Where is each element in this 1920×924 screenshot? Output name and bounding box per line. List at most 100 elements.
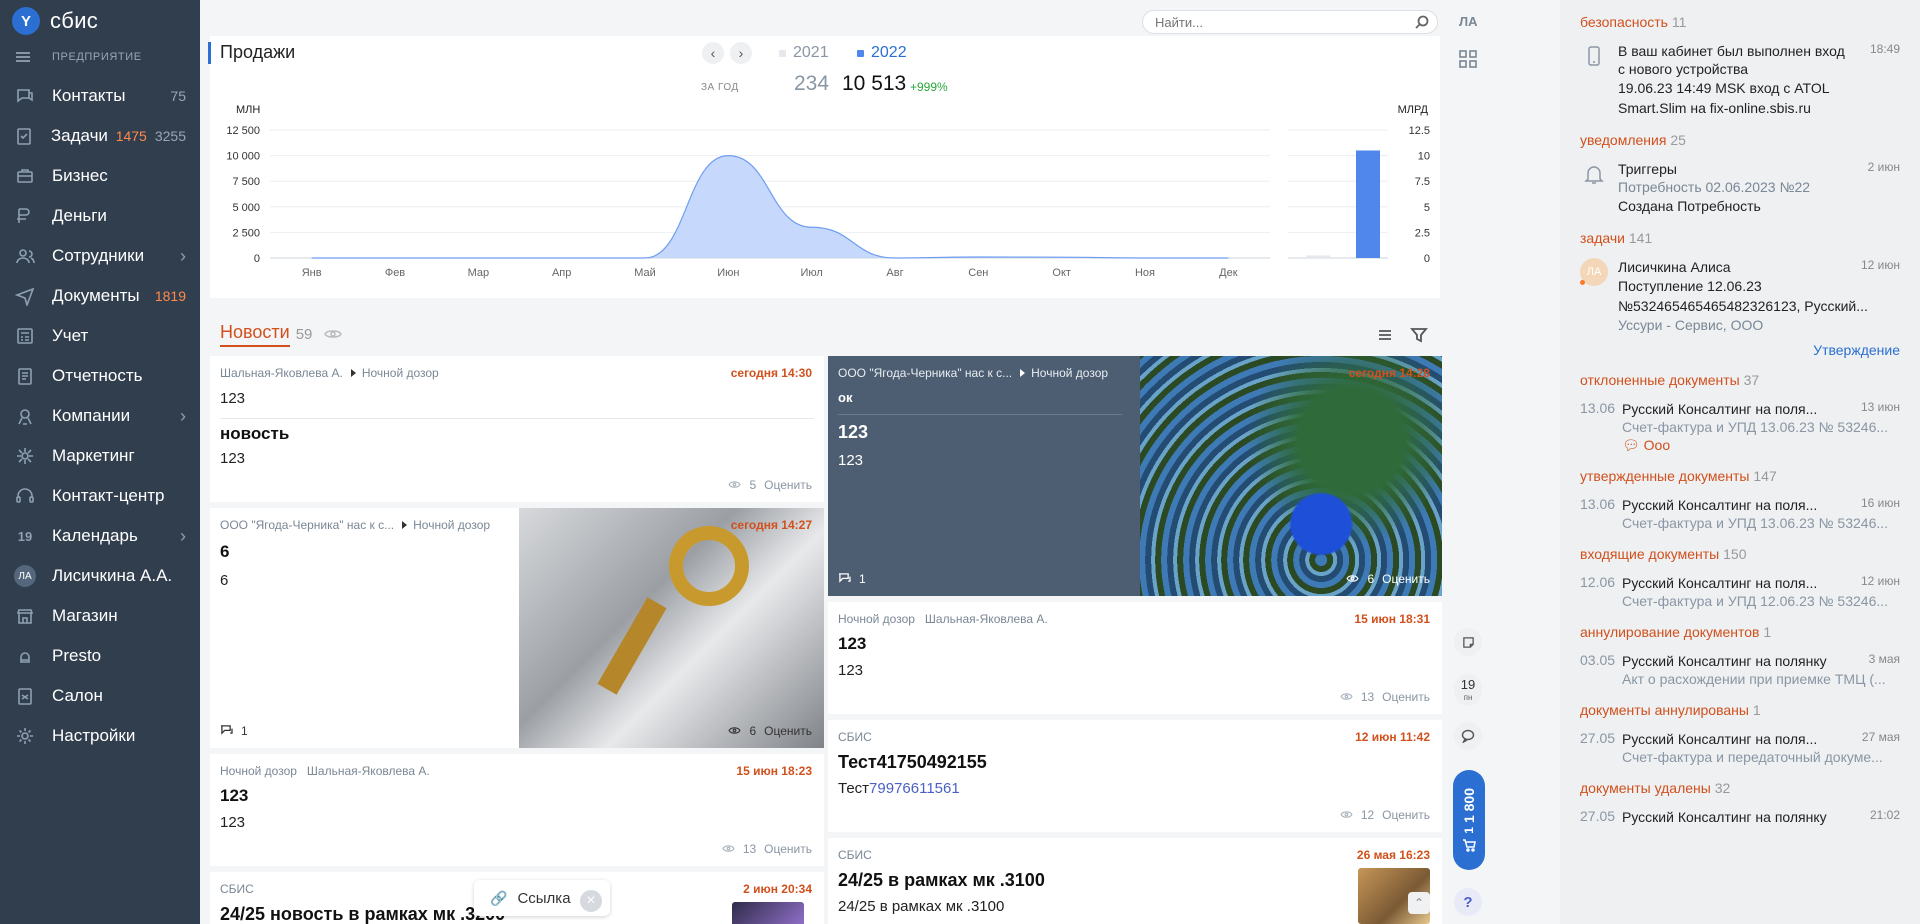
arrow-right-icon — [350, 369, 356, 377]
news-title: 24/25 новость в рамках мк .3200 — [220, 904, 506, 924]
document-item[interactable]: 27.05 27 мая Русский Консалтинг на поля.… — [1580, 730, 1900, 766]
news-author[interactable]: СБИС — [838, 730, 872, 744]
section-security[interactable]: безопасность 11 — [1580, 14, 1900, 30]
scroll-top-icon[interactable]: ⌃ — [1408, 892, 1430, 914]
section-incoming-docs[interactable]: входящие документы 150 — [1580, 546, 1900, 562]
user-initials-button[interactable]: ЛА — [1459, 14, 1478, 29]
sidebar-item-tasks[interactable]: Задачи 1475 3255 — [0, 116, 200, 156]
news-channel[interactable]: Ночной дозор — [362, 366, 439, 380]
document-item[interactable]: 12.06 12 июн Русский Консалтинг на поля.… — [1580, 574, 1900, 610]
event-item[interactable]: 2 июн Триггеры Потребность 02.06.2023 №2… — [1580, 160, 1900, 216]
sidebar-item-contact-center[interactable]: Контакт-центр — [0, 476, 200, 516]
sidebar-item-presto[interactable]: Presto — [0, 636, 200, 676]
news-card[interactable]: ООО "Ягода-Черника" нас к с... Ночной доз… — [828, 356, 1442, 596]
sidebar-item-salon[interactable]: Салон — [0, 676, 200, 716]
news-author[interactable]: Шальная-Яковлева А. — [220, 366, 343, 380]
news-author[interactable]: ООО "Ягода-Черника" нас к с... — [838, 366, 1012, 380]
filter-icon[interactable] — [1410, 326, 1428, 347]
news-channel[interactable]: Ночной дозор — [1031, 366, 1108, 380]
news-author[interactable]: СБИС — [838, 848, 872, 862]
news-author[interactable]: Ночной дозор — [838, 612, 915, 626]
eye-icon[interactable] — [324, 327, 343, 343]
list-view-icon[interactable] — [1376, 326, 1394, 347]
bar-2021 — [1306, 255, 1330, 258]
section-approved-docs[interactable]: утвержденные документы 147 — [1580, 468, 1900, 484]
document-item[interactable]: 27.05 21:02 Русский Консалтинг на полянк… — [1580, 808, 1900, 826]
news-card[interactable]: ООО "Ягода-Черника" нас к с... Ночной доз… — [210, 508, 824, 748]
news-card[interactable]: СБИС 12 июн 11:42 Тест41750492155 Тест79… — [828, 720, 1442, 832]
rate-link[interactable]: Оценить — [764, 842, 812, 856]
unread-dot — [1580, 280, 1585, 285]
document-item[interactable]: 03.05 3 мая Русский Консалтинг на полянк… — [1580, 652, 1900, 688]
sidebar-item-accounting[interactable]: Учет — [0, 316, 200, 356]
approve-link[interactable]: Утверждение — [1580, 342, 1900, 358]
doc-date: 13.06 — [1580, 496, 1616, 512]
rate-link[interactable]: Оценить — [1382, 808, 1430, 822]
org-selector[interactable]: ПРЕДПРИЯТИЕ — [0, 42, 200, 72]
chevron-right-icon[interactable]: › — [180, 526, 186, 547]
news-channel[interactable]: Шальная-Яковлева А. — [307, 764, 430, 778]
news-date: сегодня 14:30 — [730, 366, 812, 380]
logo[interactable]: Y сбис — [0, 0, 200, 42]
section-notifications[interactable]: уведомления 25 — [1580, 132, 1900, 148]
search-box[interactable] — [1142, 10, 1438, 34]
cart-amount: 1 800 — [1461, 788, 1477, 824]
comments[interactable]: 1 — [838, 572, 866, 586]
sidebar-item-companies[interactable]: Компании › — [0, 396, 200, 436]
news-card[interactable]: СБИС 26 мая 16:23 24/25 в рамках мк .310… — [828, 838, 1442, 924]
doc-comment[interactable]: 💬︎ Ооо — [1622, 436, 1900, 454]
rate-link[interactable]: Оценить — [764, 478, 812, 492]
search-icon[interactable] — [1415, 15, 1429, 29]
chevron-right-icon[interactable]: › — [180, 246, 186, 267]
section-tasks[interactable]: задачи 141 — [1580, 230, 1900, 246]
search-input[interactable] — [1155, 14, 1405, 30]
chevron-right-icon[interactable]: › — [180, 406, 186, 427]
sidebar-item-marketing[interactable]: Маркетинг — [0, 436, 200, 476]
phone-link[interactable]: 79976611561 — [869, 780, 960, 797]
comments[interactable]: 1 — [220, 724, 248, 738]
sidebar-item-reporting[interactable]: Отчетность — [0, 356, 200, 396]
news-author[interactable]: ООО "Ягода-Черника" нас к с... — [220, 518, 394, 532]
news-title[interactable]: Новости — [220, 322, 290, 347]
x-tick-label: Авг — [886, 267, 903, 279]
sidebar-item-profile[interactable]: ЛА Лисичкина А.А. — [0, 556, 200, 596]
y-tick-label-right: 7.5 — [1415, 176, 1430, 188]
news-card[interactable]: Ночной дозор Шальная-Яковлева А. 15 июн 1… — [210, 754, 824, 866]
news-channel[interactable]: Ночной дозор — [413, 518, 490, 532]
sidebar-item-business[interactable]: Бизнес — [0, 156, 200, 196]
sidebar-item-count: 1819 — [154, 288, 186, 304]
close-icon[interactable]: × — [578, 888, 604, 914]
note-icon[interactable] — [1454, 628, 1482, 656]
news-author[interactable]: Ночной дозор — [220, 764, 297, 778]
calendar-date-button[interactable]: 19 пн — [1454, 674, 1482, 706]
sidebar-item-calendar[interactable]: 19 Календарь › — [0, 516, 200, 556]
chat-bubble-icon[interactable] — [1454, 722, 1482, 750]
rate-link[interactable]: Оценить — [1382, 572, 1430, 586]
sidebar-item-settings[interactable]: Настройки — [0, 716, 200, 756]
news-author[interactable]: СБИС — [220, 882, 254, 896]
sidebar-item-shop[interactable]: Магазин — [0, 596, 200, 636]
document-item[interactable]: 13.06 16 июн Русский Консалтинг на поля.… — [1580, 496, 1900, 532]
sidebar-item-employees[interactable]: Сотрудники › — [0, 236, 200, 276]
doc-time: 13 июн — [1860, 400, 1900, 414]
document-item[interactable]: 13.06 13 июн Русский Консалтинг на поля.… — [1580, 400, 1900, 454]
section-annulment-docs[interactable]: аннулирование документов 1 — [1580, 624, 1900, 640]
sidebar-item-contacts[interactable]: Контакты 75 — [0, 76, 200, 116]
help-button[interactable]: ? — [1454, 888, 1482, 916]
cart-button[interactable]: 1 800 1 — [1453, 770, 1485, 870]
news-channel[interactable]: Шальная-Яковлева А. — [925, 612, 1048, 626]
rate-link[interactable]: Оценить — [764, 724, 812, 738]
event-item[interactable]: 18:49 В ваш кабинет был выполнен вход с … — [1580, 42, 1900, 118]
news-card[interactable]: Ночной дозор Шальная-Яковлева А. 15 июн 1… — [828, 602, 1442, 714]
news-count: 59 — [295, 326, 313, 343]
section-deleted-docs[interactable]: документы удалены 32 — [1580, 780, 1900, 796]
section-annulled-docs[interactable]: документы аннулированы 1 — [1580, 702, 1900, 718]
rate-link[interactable]: Оценить — [1382, 690, 1430, 704]
sidebar-item-documents[interactable]: Документы 1819 — [0, 276, 200, 316]
apps-grid-icon[interactable] — [1459, 50, 1477, 68]
news-card[interactable]: Шальная-Яковлева А. Ночной дозор сегодня … — [210, 356, 824, 502]
sidebar-item-money[interactable]: Деньги — [0, 196, 200, 236]
event-item[interactable]: ЛА 12 июн Лисичкина Алиса Поступление 12… — [1580, 258, 1900, 334]
section-rejected-docs[interactable]: отклоненные документы 37 — [1580, 372, 1900, 388]
menu-icon[interactable] — [16, 52, 30, 62]
